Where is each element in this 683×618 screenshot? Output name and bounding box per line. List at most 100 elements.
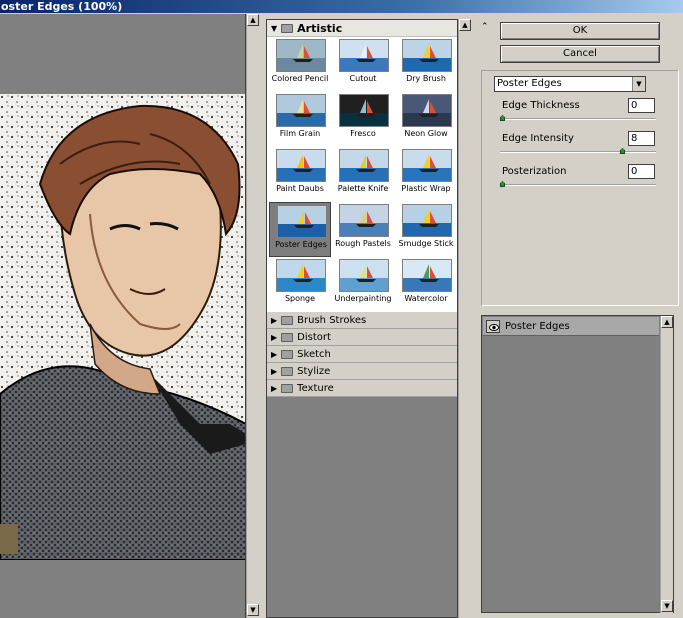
folder-icon: [281, 366, 294, 376]
filter-label: Paint Daubs: [276, 184, 324, 193]
category-label: Brush Strokes: [297, 314, 367, 326]
cancel-button[interactable]: Cancel: [500, 45, 660, 63]
filter-label: Cutout: [349, 74, 377, 83]
category-header-artistic[interactable]: ▼ Artistic: [267, 20, 457, 37]
filter-preview-image: [276, 149, 326, 182]
filter-label: Fresco: [350, 129, 376, 138]
folder-icon: [281, 332, 294, 342]
filter-preview-image: [276, 259, 326, 292]
filter-label: Neon Glow: [404, 129, 448, 138]
folder-icon: [281, 383, 294, 393]
filter-thumbnail[interactable]: Sponge: [269, 257, 331, 312]
filter-thumbnail[interactable]: Rough Pastels: [332, 202, 394, 257]
preview-image: [0, 94, 245, 560]
folder-icon: [281, 23, 294, 33]
filter-thumbnail[interactable]: Plastic Wrap: [395, 147, 457, 202]
filter-preview-image: [339, 39, 389, 72]
filter-label: Palette Knife: [337, 184, 389, 193]
param-slider[interactable]: [500, 148, 656, 154]
chevron-down-icon: ▼: [271, 23, 278, 33]
effect-layer-row[interactable]: Poster Edges: [483, 317, 659, 336]
chevron-right-icon: ▶: [271, 349, 278, 359]
filter-select[interactable]: Poster Edges ▼: [494, 76, 646, 92]
category-label: Sketch: [297, 348, 331, 360]
category-texture[interactable]: ▶ Texture: [267, 380, 457, 397]
filter-thumbnail[interactable]: Dry Brush: [395, 37, 457, 92]
param-value-input[interactable]: 8: [628, 131, 655, 146]
filter-browser-scrollbar[interactable]: ▲: [458, 19, 471, 618]
scroll-up-button[interactable]: ▲: [661, 316, 673, 328]
category-label: Distort: [297, 331, 331, 343]
filter-thumbnail[interactable]: Smudge Stick: [395, 202, 457, 257]
chevron-right-icon: ▶: [271, 366, 278, 376]
filter-select-value: Poster Edges: [497, 78, 562, 89]
filter-label: Rough Pastels: [335, 239, 391, 248]
window-title: oster Edges (100%): [0, 0, 683, 13]
filter-preview-image: [339, 259, 389, 292]
scroll-down-button[interactable]: ▼: [661, 600, 673, 612]
filter-preview-image: [339, 204, 389, 237]
eye-icon[interactable]: [486, 320, 500, 333]
chevron-down-icon[interactable]: ▼: [632, 77, 645, 91]
filter-label: Colored Pencil: [271, 74, 329, 83]
folder-icon: [281, 349, 294, 359]
filter-thumbnail[interactable]: Cutout: [332, 37, 394, 92]
param-label: Edge Intensity: [502, 133, 574, 144]
double-chevron-up-icon[interactable]: ⌃: [481, 22, 489, 32]
filter-label: Dry Brush: [406, 74, 446, 83]
filter-preview-image: [402, 149, 452, 182]
filter-preview-image: [402, 259, 452, 292]
filter-thumbnail[interactable]: Film Grain: [269, 92, 331, 147]
filter-preview-image: [277, 205, 327, 238]
filter-label: Plastic Wrap: [401, 184, 451, 193]
filter-preview-image: [402, 94, 452, 127]
category-label: Texture: [297, 382, 334, 394]
scroll-down-button[interactable]: ▼: [247, 604, 259, 616]
chevron-right-icon: ▶: [271, 383, 278, 393]
filter-thumbnail[interactable]: Watercolor: [395, 257, 457, 312]
filter-label: Poster Edges: [275, 240, 327, 249]
filter-thumbnail[interactable]: Poster Edges: [269, 202, 331, 257]
filter-preview-image: [276, 39, 326, 72]
filter-preview-image: [402, 204, 452, 237]
effect-layer-name: Poster Edges: [505, 321, 570, 332]
category-stylize[interactable]: ▶ Stylize: [267, 363, 457, 380]
filter-thumbnail[interactable]: Fresco: [332, 92, 394, 147]
preview-panel[interactable]: [0, 14, 246, 618]
filter-label: Smudge Stick: [398, 239, 454, 248]
filter-thumbnail[interactable]: Paint Daubs: [269, 147, 331, 202]
category-distort[interactable]: ▶ Distort: [267, 329, 457, 346]
param-slider[interactable]: [500, 115, 656, 121]
param-value-input[interactable]: 0: [628, 164, 655, 179]
category-label: Stylize: [297, 365, 331, 377]
layers-scrollbar[interactable]: ▲ ▼: [660, 316, 673, 613]
filter-preview-image: [339, 94, 389, 127]
ok-button[interactable]: OK: [500, 22, 660, 40]
filter-label: Underpainting: [334, 294, 392, 303]
category-brush-strokes[interactable]: ▶ Brush Strokes: [267, 312, 457, 329]
filter-label: Film Grain: [279, 129, 321, 138]
param-label: Posterization: [502, 166, 567, 177]
folder-icon: [281, 315, 294, 325]
filter-label: Sponge: [284, 294, 316, 303]
filter-preview-image: [339, 149, 389, 182]
effect-layers-panel: Poster Edges: [481, 315, 674, 613]
filter-thumbnail[interactable]: Colored Pencil: [269, 37, 331, 92]
filter-preview-image: [276, 94, 326, 127]
chevron-right-icon: ▶: [271, 315, 278, 325]
preview-scrollbar[interactable]: ▲ ▼: [246, 14, 259, 618]
filter-thumbnail[interactable]: Neon Glow: [395, 92, 457, 147]
param-value-input[interactable]: 0: [628, 98, 655, 113]
filter-label: Watercolor: [404, 294, 448, 303]
scroll-up-button[interactable]: ▲: [247, 14, 259, 26]
filter-browser: ▼ Artistic Colored Pencil Cutout Dry Bru…: [266, 19, 458, 618]
category-sketch[interactable]: ▶ Sketch: [267, 346, 457, 363]
filter-thumbnail[interactable]: Palette Knife: [332, 147, 394, 202]
category-label: Artistic: [297, 21, 343, 35]
filter-thumbnail[interactable]: Underpainting: [332, 257, 394, 312]
filter-preview-image: [402, 39, 452, 72]
param-slider[interactable]: [500, 181, 656, 187]
scroll-up-button[interactable]: ▲: [459, 19, 471, 31]
param-label: Edge Thickness: [502, 100, 580, 111]
category-artistic: ▼ Artistic Colored Pencil Cutout Dry Bru…: [267, 20, 457, 312]
